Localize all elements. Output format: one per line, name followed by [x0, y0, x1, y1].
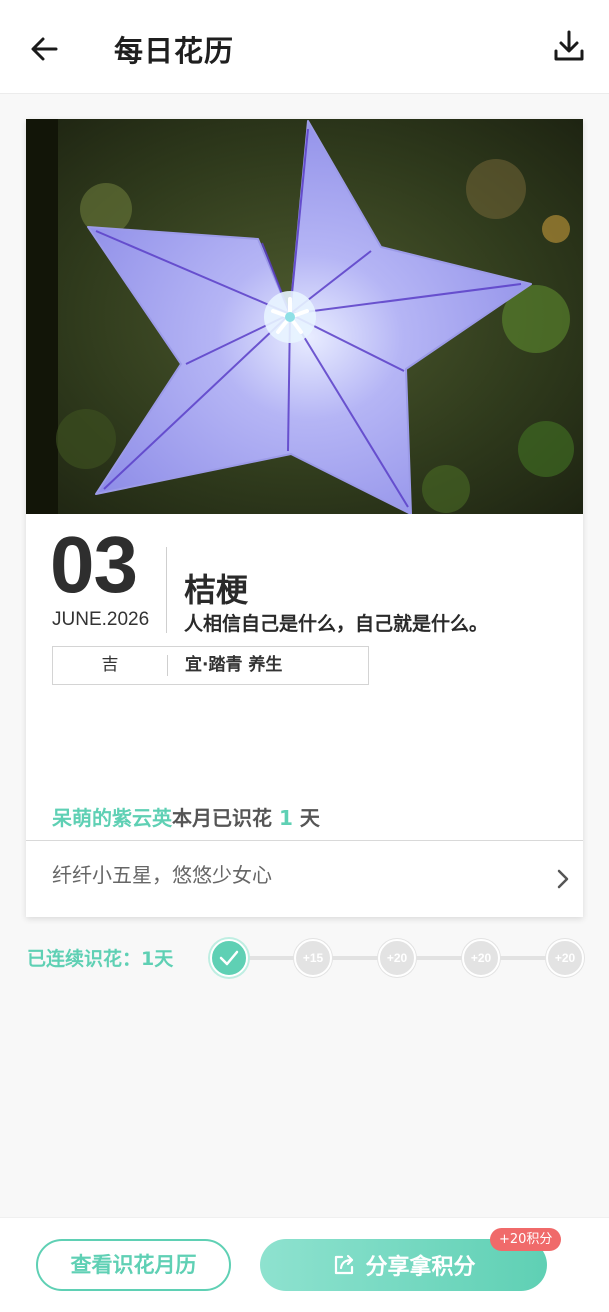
top-app-bar: 每日花历 — [0, 0, 609, 94]
streak-text-before: 本月已识花 — [172, 806, 272, 830]
flower-motto: 纤纤小五星，悠悠少女心 — [52, 863, 272, 887]
progress-line — [246, 956, 296, 960]
date-divider — [166, 547, 167, 633]
flower-photo — [26, 119, 583, 514]
motto-row[interactable]: 纤纤小五星，悠悠少女心 — [26, 841, 583, 917]
checkin-node: +20 — [546, 939, 584, 977]
progress-line — [330, 956, 380, 960]
checkin-node-done — [210, 939, 248, 977]
date-day: 03 — [50, 520, 138, 609]
fortune-suitable: 宜·踏青 养生 — [185, 655, 283, 675]
streak-count: 1 — [278, 806, 293, 830]
checkin-node: +20 — [378, 939, 416, 977]
back-button[interactable] — [24, 28, 66, 70]
monthly-streak-text: 呆萌的紫云英本月已识花 1 天 — [52, 802, 320, 831]
flower-name: 桔梗 — [184, 571, 249, 609]
consecutive-streak-label: 已连续识花：1天 — [27, 948, 174, 970]
download-button[interactable] — [549, 26, 589, 66]
share-button-label: 分享拿积分 — [365, 1255, 476, 1280]
checkin-node: +15 — [294, 939, 332, 977]
date-month-year: JUNE.2026 — [52, 609, 150, 630]
user-nickname: 呆萌的紫云英 — [52, 806, 172, 830]
flower-calendar-card: 03 JUNE.2026 桔梗 人相信自己是什么，自己就是什么。 吉 宜·踏青 … — [26, 119, 583, 917]
page-title: 每日花历 — [114, 34, 235, 68]
points-badge: +20积分 — [490, 1228, 562, 1251]
arrow-left-icon — [31, 37, 58, 61]
download-icon — [554, 30, 584, 61]
fortune-luck: 吉 — [101, 655, 119, 675]
view-calendar-button[interactable]: 查看识花月历 — [36, 1239, 231, 1291]
flower-quote: 人相信自己是什么，自己就是什么。 — [184, 613, 489, 635]
checkin-progress: +15 +20 +20 +20 — [210, 938, 584, 978]
progress-line — [414, 956, 464, 960]
bottom-action-bar: 查看识花月历 分享拿积分 +20积分 — [0, 1217, 609, 1312]
checkin-node: +20 — [462, 939, 500, 977]
chevron-right-icon — [557, 869, 569, 889]
streak-text-after: 天 — [299, 806, 320, 830]
checkmark-icon — [219, 950, 239, 966]
fortune-divider — [167, 655, 168, 676]
share-icon — [335, 1254, 354, 1275]
progress-line — [498, 956, 548, 960]
fortune-box: 吉 宜·踏青 养生 — [52, 646, 369, 685]
